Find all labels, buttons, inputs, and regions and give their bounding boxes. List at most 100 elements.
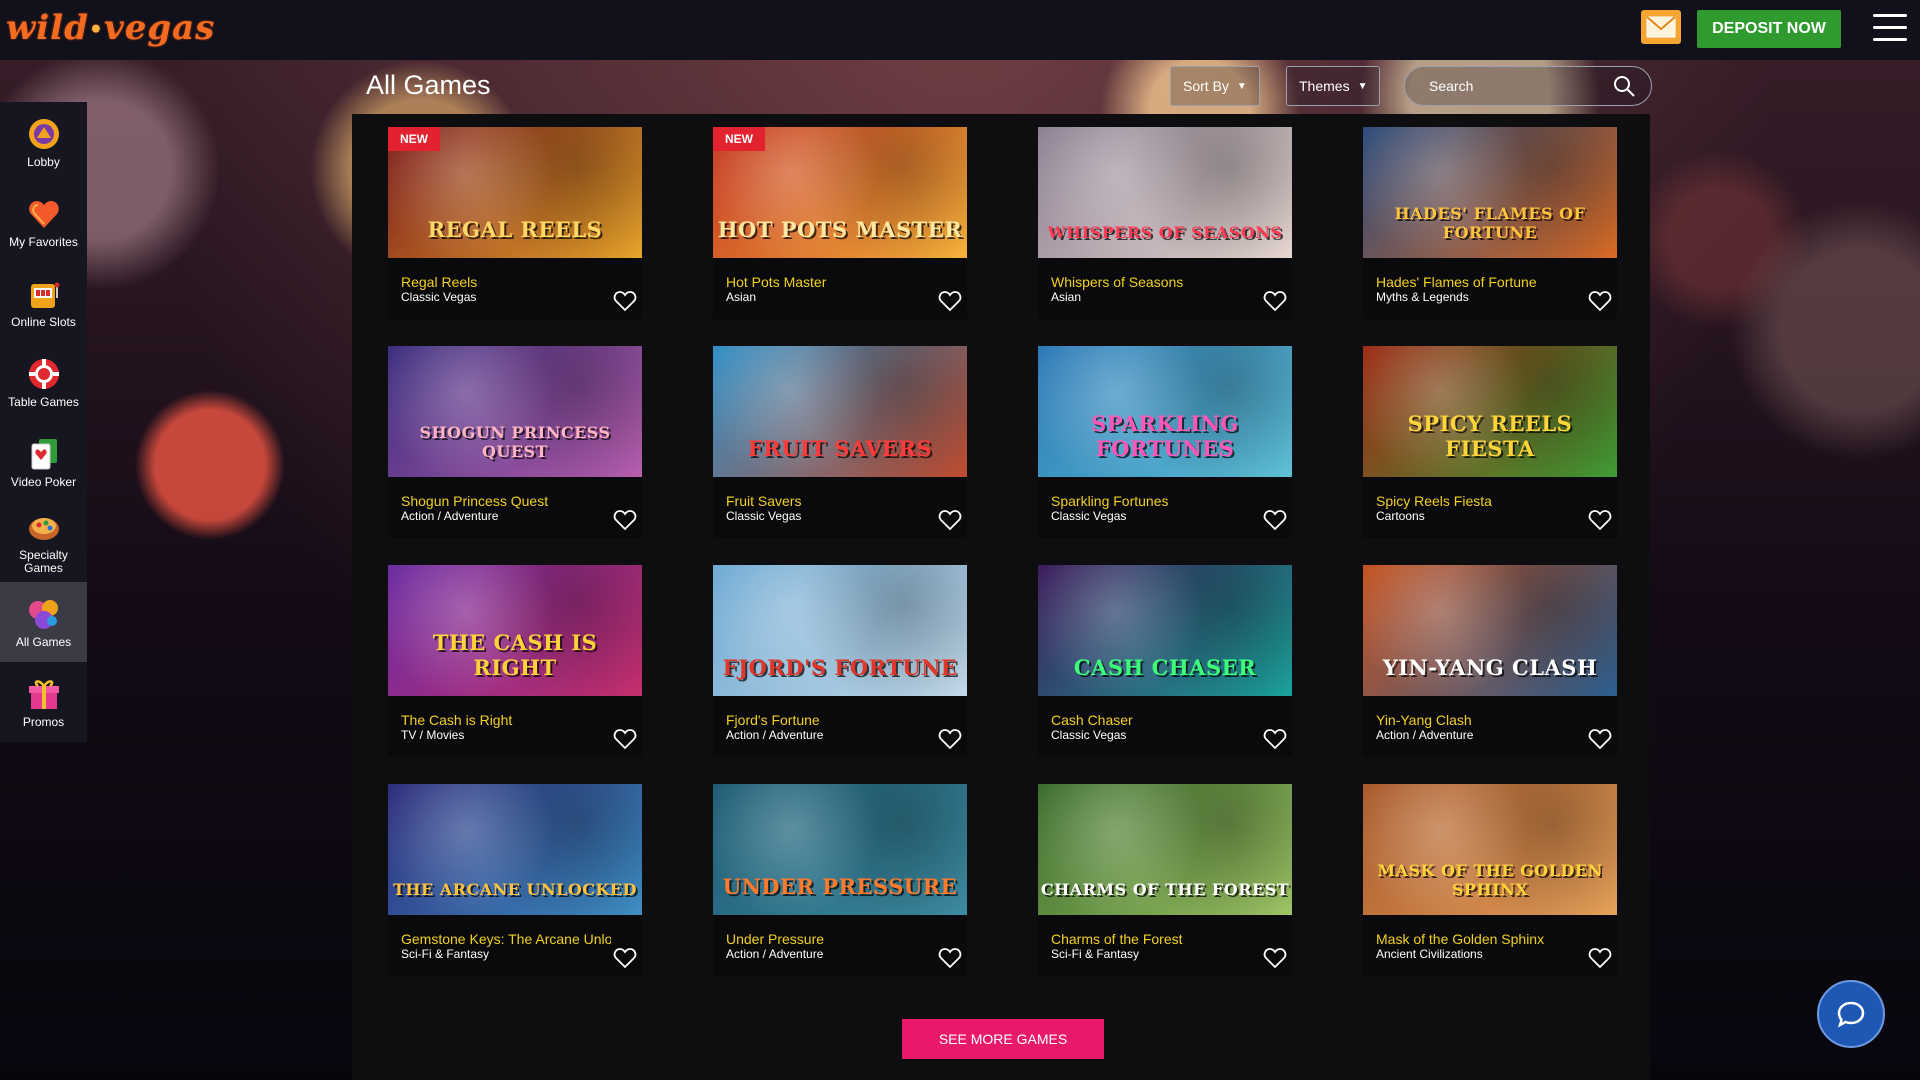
game-card[interactable]: THE ARCANE UNLOCKED Gemstone Keys: The Ar… [388, 784, 642, 976]
game-category: Asian [726, 290, 757, 304]
game-card[interactable]: SPARKLING FORTUNES Sparkling Fortunes Clas… [1038, 346, 1292, 538]
game-card[interactable]: CASH CHASER Cash Chaser Classic Vegas [1038, 565, 1292, 757]
game-thumbnail[interactable]: HOT POTS MASTER NEW [713, 127, 967, 258]
hamburger-menu-button[interactable] [1873, 14, 1907, 42]
sidebar-item-promos[interactable]: Promos [0, 662, 87, 742]
search-input[interactable] [1427, 77, 1601, 95]
favorite-heart-icon[interactable] [938, 290, 962, 312]
game-title[interactable]: Fruit Savers [726, 493, 936, 509]
game-thumbnail[interactable]: SPICY REELS FIESTA [1363, 346, 1617, 477]
favorite-heart-icon[interactable] [1263, 728, 1287, 750]
favorite-heart-icon[interactable] [1588, 947, 1612, 969]
favorite-heart-icon[interactable] [1263, 290, 1287, 312]
sidebar-item-video-poker[interactable]: Video Poker [0, 422, 87, 502]
favorite-heart-icon[interactable] [1263, 509, 1287, 531]
favorite-heart-icon[interactable] [613, 947, 637, 969]
sidebar-item-label: All Games [15, 634, 72, 649]
game-card[interactable]: HADES' FLAMES OF FORTUNE Hades' Flames of… [1363, 127, 1617, 319]
game-title[interactable]: Regal Reels [401, 274, 611, 290]
game-card[interactable]: FJORD'S FORTUNE Fjord's Fortune Action / A… [713, 565, 967, 757]
game-card[interactable]: SHOGUN PRINCESS QUEST Shogun Princess Que… [388, 346, 642, 538]
favorite-heart-icon[interactable] [938, 947, 962, 969]
game-category: Classic Vegas [726, 509, 802, 523]
game-card[interactable]: UNDER PRESSURE Under Pressure Action / Adv… [713, 784, 967, 976]
sidebar-item-all-games[interactable]: All Games [0, 582, 87, 662]
deposit-now-button[interactable]: DEPOSIT NOW [1697, 10, 1841, 48]
wild-vegas-logo[interactable]: wild•vegas [6, 8, 215, 48]
game-card[interactable]: FRUIT SAVERS Fruit Savers Classic Vegas [713, 346, 967, 538]
game-thumbnail[interactable]: REGAL REELS NEW [388, 127, 642, 258]
see-more-games-button[interactable]: SEE MORE GAMES [902, 1019, 1104, 1059]
game-art-title: CASH CHASER [1073, 655, 1257, 680]
favorite-heart-icon[interactable] [1588, 290, 1612, 312]
favorite-heart-icon[interactable] [1588, 509, 1612, 531]
messages-button[interactable] [1641, 10, 1681, 44]
game-category: Classic Vegas [1051, 509, 1127, 523]
game-card[interactable]: THE CASH IS RIGHT The Cash is Right TV / M… [388, 565, 642, 757]
game-title[interactable]: Under Pressure [726, 931, 936, 947]
game-card[interactable]: WHISPERS OF SEASONS Whispers of Seasons As… [1038, 127, 1292, 319]
game-title[interactable]: Charms of the Forest [1051, 931, 1261, 947]
search-box [1404, 66, 1652, 106]
game-category: Myths & Legends [1376, 290, 1469, 304]
sidebar-item-specialty-games[interactable]: Specialty Games [0, 502, 87, 582]
game-thumbnail[interactable]: SPARKLING FORTUNES [1038, 346, 1292, 477]
sort-by-dropdown[interactable]: Sort By ▼ [1170, 66, 1260, 106]
game-art-title: THE ARCANE UNLOCKED [392, 880, 637, 899]
game-title[interactable]: Mask of the Golden Sphinx [1376, 931, 1586, 947]
game-title[interactable]: Spicy Reels Fiesta [1376, 493, 1586, 509]
game-title[interactable]: The Cash is Right [401, 712, 611, 728]
favorite-heart-icon[interactable] [938, 728, 962, 750]
game-thumbnail[interactable]: WHISPERS OF SEASONS [1038, 127, 1292, 258]
game-thumbnail[interactable]: UNDER PRESSURE [713, 784, 967, 915]
game-art-title: SHOGUN PRINCESS QUEST [419, 423, 611, 461]
game-thumbnail[interactable]: THE ARCANE UNLOCKED [388, 784, 642, 915]
game-thumbnail[interactable]: CHARMS OF THE FOREST [1038, 784, 1292, 915]
favorite-heart-icon[interactable] [1263, 947, 1287, 969]
game-title[interactable]: Sparkling Fortunes [1051, 493, 1261, 509]
gift-icon [26, 676, 62, 712]
themes-dropdown[interactable]: Themes ▼ [1286, 66, 1381, 106]
game-title[interactable]: Cash Chaser [1051, 712, 1261, 728]
favorite-heart-icon[interactable] [938, 509, 962, 531]
favorite-heart-icon[interactable] [613, 728, 637, 750]
game-card[interactable]: YIN-YANG CLASH Yin-Yang Clash Action / Adv… [1363, 565, 1617, 757]
game-art-title: THE CASH IS RIGHT [432, 630, 598, 680]
game-thumbnail[interactable]: MASK OF THE GOLDEN SPHINX [1363, 784, 1617, 915]
favorite-heart-icon[interactable] [613, 509, 637, 531]
favorite-heart-icon[interactable] [1588, 728, 1612, 750]
game-thumbnail[interactable]: SHOGUN PRINCESS QUEST [388, 346, 642, 477]
game-thumbnail[interactable]: FRUIT SAVERS [713, 346, 967, 477]
sidebar-item-my-favorites[interactable]: My Favorites [0, 182, 87, 262]
slot-machine-icon [26, 276, 62, 312]
sidebar-item-online-slots[interactable]: Online Slots [0, 262, 87, 342]
new-badge: NEW [713, 127, 765, 151]
game-card[interactable]: REGAL REELS NEW Regal Reels Classic Vegas [388, 127, 642, 319]
game-thumbnail[interactable]: YIN-YANG CLASH [1363, 565, 1617, 696]
game-title[interactable]: Yin-Yang Clash [1376, 712, 1586, 728]
game-title[interactable]: Gemstone Keys: The Arcane Unlocked [401, 931, 611, 947]
game-thumbnail[interactable]: HADES' FLAMES OF FORTUNE [1363, 127, 1617, 258]
sidebar-item-lobby[interactable]: Lobby [0, 102, 87, 182]
game-card[interactable]: SPICY REELS FIESTA Spicy Reels Fiesta Cart… [1363, 346, 1617, 538]
game-card[interactable]: CHARMS OF THE FOREST Charms of the Forest… [1038, 784, 1292, 976]
favorite-heart-icon[interactable] [613, 290, 637, 312]
game-thumbnail[interactable]: CASH CHASER [1038, 565, 1292, 696]
chevron-down-icon: ▼ [1357, 80, 1368, 92]
sidebar-item-label: My Favorites [9, 234, 78, 249]
search-icon[interactable] [1613, 75, 1635, 97]
game-title[interactable]: Whispers of Seasons [1051, 274, 1261, 290]
game-title[interactable]: Fjord's Fortune [726, 712, 936, 728]
game-card[interactable]: HOT POTS MASTER NEW Hot Pots Master Asian [713, 127, 967, 319]
game-card[interactable]: MASK OF THE GOLDEN SPHINX Mask of the Gol… [1363, 784, 1617, 976]
game-title[interactable]: Hot Pots Master [726, 274, 936, 290]
game-thumbnail[interactable]: FJORD'S FORTUNE [713, 565, 967, 696]
game-category: Ancient Civilizations [1376, 947, 1483, 961]
game-title[interactable]: Hades' Flames of Fortune [1376, 274, 1586, 290]
sidebar-item-table-games[interactable]: Table Games [0, 342, 87, 422]
new-badge: NEW [388, 127, 440, 151]
live-chat-button[interactable] [1817, 980, 1885, 1048]
game-art-title: HADES' FLAMES OF FORTUNE [1394, 204, 1586, 242]
game-thumbnail[interactable]: THE CASH IS RIGHT [388, 565, 642, 696]
game-title[interactable]: Shogun Princess Quest [401, 493, 611, 509]
